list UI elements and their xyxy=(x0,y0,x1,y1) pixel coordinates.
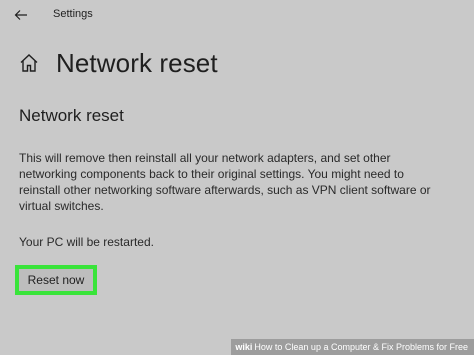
watermark-text: How to Clean up a Computer & Fix Problem… xyxy=(254,342,468,352)
back-button[interactable] xyxy=(8,5,34,25)
title-bar: Settings xyxy=(0,0,474,30)
page-header: Network reset xyxy=(18,46,218,80)
reset-description: This will remove then reinstall all your… xyxy=(19,151,431,213)
page-title: Network reset xyxy=(56,47,218,78)
section-title: Network reset xyxy=(19,106,124,125)
watermark: wiki How to Clean up a Computer & Fix Pr… xyxy=(231,339,474,355)
restart-note: Your PC will be restarted. xyxy=(19,235,154,249)
watermark-brand: wiki xyxy=(235,342,253,352)
home-icon[interactable] xyxy=(18,52,40,74)
back-arrow-icon xyxy=(14,10,27,20)
window-title: Settings xyxy=(53,8,93,20)
reset-now-button[interactable]: Reset now xyxy=(15,265,97,295)
